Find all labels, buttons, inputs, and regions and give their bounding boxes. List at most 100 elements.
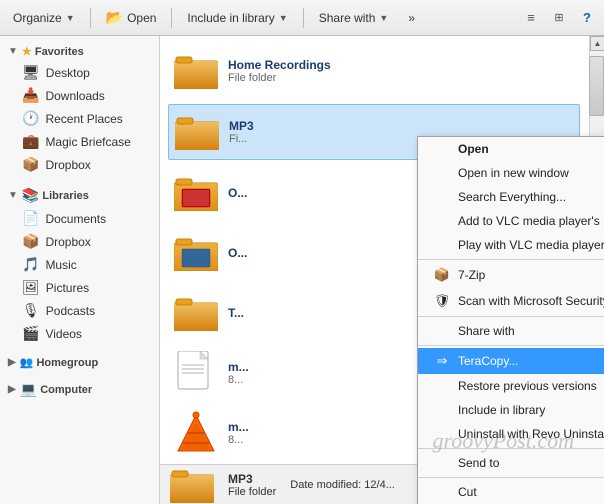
open-button[interactable]: 📂 Open	[97, 5, 166, 30]
vlc-svg-m2	[174, 411, 218, 455]
dropbox-fav-icon: 📦	[22, 156, 39, 173]
podcasts-label: Podcasts	[46, 304, 95, 318]
ctx-open-label: Open	[458, 142, 489, 156]
homegroup-heading[interactable]: ▶ 👥 Homegroup	[0, 353, 159, 372]
folder-svg-other1	[174, 175, 218, 211]
scrollbar-thumb[interactable]	[589, 56, 604, 116]
downloads-label: Downloads	[45, 89, 104, 103]
libraries-lib-icon: 📚	[22, 187, 39, 204]
statusbar-detail: File folder	[228, 486, 276, 498]
sidebar-item-dropbox-lib[interactable]: 📦 Dropbox	[0, 230, 159, 253]
ctx-uninstall-revo[interactable]: Uninstall with Revo Uninstaller Pro	[418, 422, 604, 446]
libraries-section: ▼ 📚 Libraries 📄 Documents 📦 Dropbox 🎵 Mu…	[0, 184, 159, 345]
sidebar-item-dropbox-fav[interactable]: 📦 Dropbox	[0, 153, 159, 176]
computer-heading[interactable]: ▶ 💻 Computer	[0, 378, 159, 401]
desktop-label: Desktop	[46, 66, 90, 80]
libraries-label: Libraries	[42, 190, 88, 202]
view-toggle-button[interactable]: ⊞	[546, 5, 572, 31]
ctx-teracopy[interactable]: ⇒ TeraCopy...	[418, 348, 604, 374]
ctx-sep4	[418, 448, 604, 449]
ctx-7zip-icon: 📦	[432, 267, 452, 283]
libraries-heading[interactable]: ▼ 📚 Libraries	[0, 184, 159, 207]
ctx-scan-security[interactable]: 🛡 Scan with Microsoft Security Essential…	[418, 288, 604, 314]
ctx-sep3	[418, 345, 604, 346]
ctx-teracopy-icon: ⇒	[432, 353, 452, 369]
ctx-cut[interactable]: Cut	[418, 480, 604, 504]
organize-chevron: ▼	[66, 13, 75, 23]
scrollbar-up-arrow[interactable]: ▲	[590, 36, 604, 51]
ctx-teracopy-label: TeraCopy...	[458, 354, 518, 368]
folder-svg-t	[174, 295, 218, 331]
computer-icon: 💻	[20, 381, 37, 398]
more-button[interactable]: »	[399, 7, 424, 29]
organize-button[interactable]: Organize ▼	[4, 7, 84, 29]
sidebar-item-downloads[interactable]: 📥 Downloads	[0, 84, 159, 107]
share-label: Share with	[319, 11, 376, 25]
sidebar-item-pictures[interactable]: 🖼 Pictures	[0, 276, 159, 299]
ctx-include-library[interactable]: Include in library ▶	[418, 398, 604, 422]
recent-label: Recent Places	[45, 112, 122, 126]
favorites-heading[interactable]: ▼ ★ Favorites	[0, 42, 159, 61]
help-button[interactable]: ?	[574, 5, 600, 31]
music-label: Music	[45, 258, 76, 272]
toolbar-sep2	[171, 8, 172, 28]
folder-svg-other2	[174, 235, 218, 271]
other2-thumb	[172, 229, 220, 277]
ctx-send-to[interactable]: Send to ▶	[418, 451, 604, 475]
include-library-button[interactable]: Include in library ▼	[178, 7, 296, 29]
favorites-star-icon: ★	[22, 45, 32, 58]
home-recordings-detail: File folder	[228, 72, 576, 84]
ctx-add-vlc-playlist[interactable]: Add to VLC media player's Playlist	[418, 209, 604, 233]
open-label: Open	[127, 11, 156, 25]
ctx-search-label: Search Everything...	[458, 190, 566, 204]
podcasts-icon: 🎙	[22, 302, 40, 319]
music-icon: 🎵	[22, 256, 39, 273]
sidebar-item-documents[interactable]: 📄 Documents	[0, 207, 159, 230]
downloads-icon: 📥	[22, 87, 39, 104]
sidebar-item-videos[interactable]: 🎬 Videos	[0, 322, 159, 345]
statusbar-name: MP3	[228, 472, 276, 486]
folder-svg-home-recordings	[174, 53, 218, 89]
statusbar-date: Date modified: 12/4...	[290, 479, 395, 491]
ctx-open[interactable]: Open	[418, 137, 604, 161]
more-icon: »	[408, 11, 415, 25]
dropbox-lib-icon: 📦	[22, 233, 39, 250]
share-with-button[interactable]: Share with ▼	[310, 7, 398, 29]
ctx-cut-label: Cut	[458, 485, 477, 499]
sidebar-item-desktop[interactable]: 🖥 Desktop	[0, 61, 159, 84]
ctx-include-label: Include in library	[458, 403, 545, 417]
ctx-sep1	[418, 259, 604, 260]
ctx-sendto-label: Send to	[458, 456, 499, 470]
computer-label: Computer	[40, 384, 92, 396]
computer-arrow: ▶	[8, 384, 16, 395]
statusbar-date-label: Date modified: 12/4...	[290, 479, 395, 491]
homegroup-label: Homegroup	[36, 357, 98, 369]
view-details-button[interactable]: ≡	[518, 5, 544, 31]
ctx-7zip-label: 7-Zip	[458, 268, 485, 282]
videos-icon: 🎬	[22, 325, 39, 342]
dropbox-fav-label: Dropbox	[45, 158, 90, 172]
toolbar-sep1	[90, 8, 91, 28]
home-recordings-name: Home Recordings	[228, 58, 576, 72]
ctx-open-new-window[interactable]: Open in new window	[418, 161, 604, 185]
file-item-home-recordings[interactable]: Home Recordings File folder	[168, 44, 580, 98]
main-layout: ▼ ★ Favorites 🖥 Desktop 📥 Downloads 🕐 Re…	[0, 36, 604, 504]
ctx-vlc-playlist-label: Add to VLC media player's Playlist	[458, 214, 604, 228]
sidebar-item-magic-briefcase[interactable]: 💼 Magic Briefcase	[0, 130, 159, 153]
documents-icon: 📄	[22, 210, 39, 227]
sidebar-item-music[interactable]: 🎵 Music	[0, 253, 159, 276]
ctx-play-vlc[interactable]: Play with VLC media player	[418, 233, 604, 257]
toolbar-sep3	[303, 8, 304, 28]
ctx-restore-prev[interactable]: Restore previous versions	[418, 374, 604, 398]
ctx-7zip[interactable]: 📦 7-Zip ▶	[418, 262, 604, 288]
homegroup-section: ▶ 👥 Homegroup	[0, 353, 159, 372]
ctx-share-with[interactable]: Share with ▶	[418, 319, 604, 343]
ctx-scan-label: Scan with Microsoft Security Essentials.…	[458, 294, 604, 308]
sidebar-item-recent[interactable]: 🕐 Recent Places	[0, 107, 159, 130]
ctx-search-everything[interactable]: Search Everything...	[418, 185, 604, 209]
pictures-label: Pictures	[46, 281, 89, 295]
statusbar-info: MP3 File folder	[228, 472, 276, 498]
magic-briefcase-label: Magic Briefcase	[45, 135, 130, 149]
sidebar-item-podcasts[interactable]: 🎙 Podcasts	[0, 299, 159, 322]
desktop-icon: 🖥	[22, 64, 40, 81]
